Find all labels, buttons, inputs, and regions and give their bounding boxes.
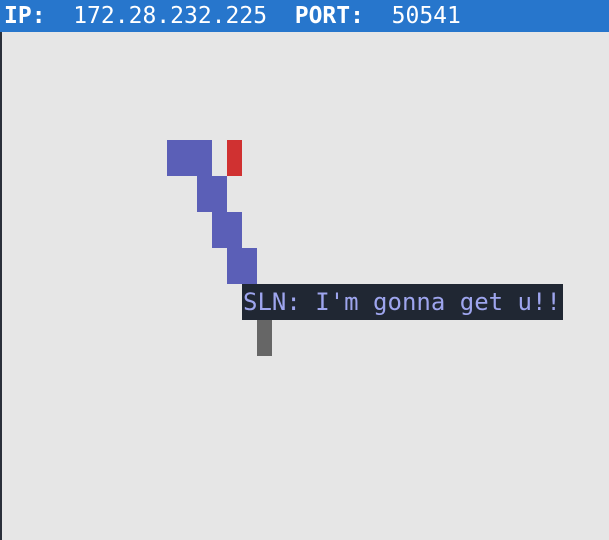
player-snake-segment <box>212 212 242 248</box>
ip-value: 172.28.232.225 <box>73 3 268 29</box>
chat-message: SLN: I'm gonna get u!! <box>242 284 563 320</box>
player-snake-segment <box>227 248 257 284</box>
port-label: PORT: <box>294 3 364 29</box>
food-pellet <box>227 140 242 176</box>
connection-info-bar: IP: 172.28.232.225 PORT: 50541 <box>0 0 609 32</box>
other-player-snake <box>257 320 272 356</box>
player-snake-segment <box>197 176 227 212</box>
player-snake-head <box>167 140 212 176</box>
ip-label: IP: <box>4 3 46 29</box>
port-value: 50541 <box>391 3 461 29</box>
